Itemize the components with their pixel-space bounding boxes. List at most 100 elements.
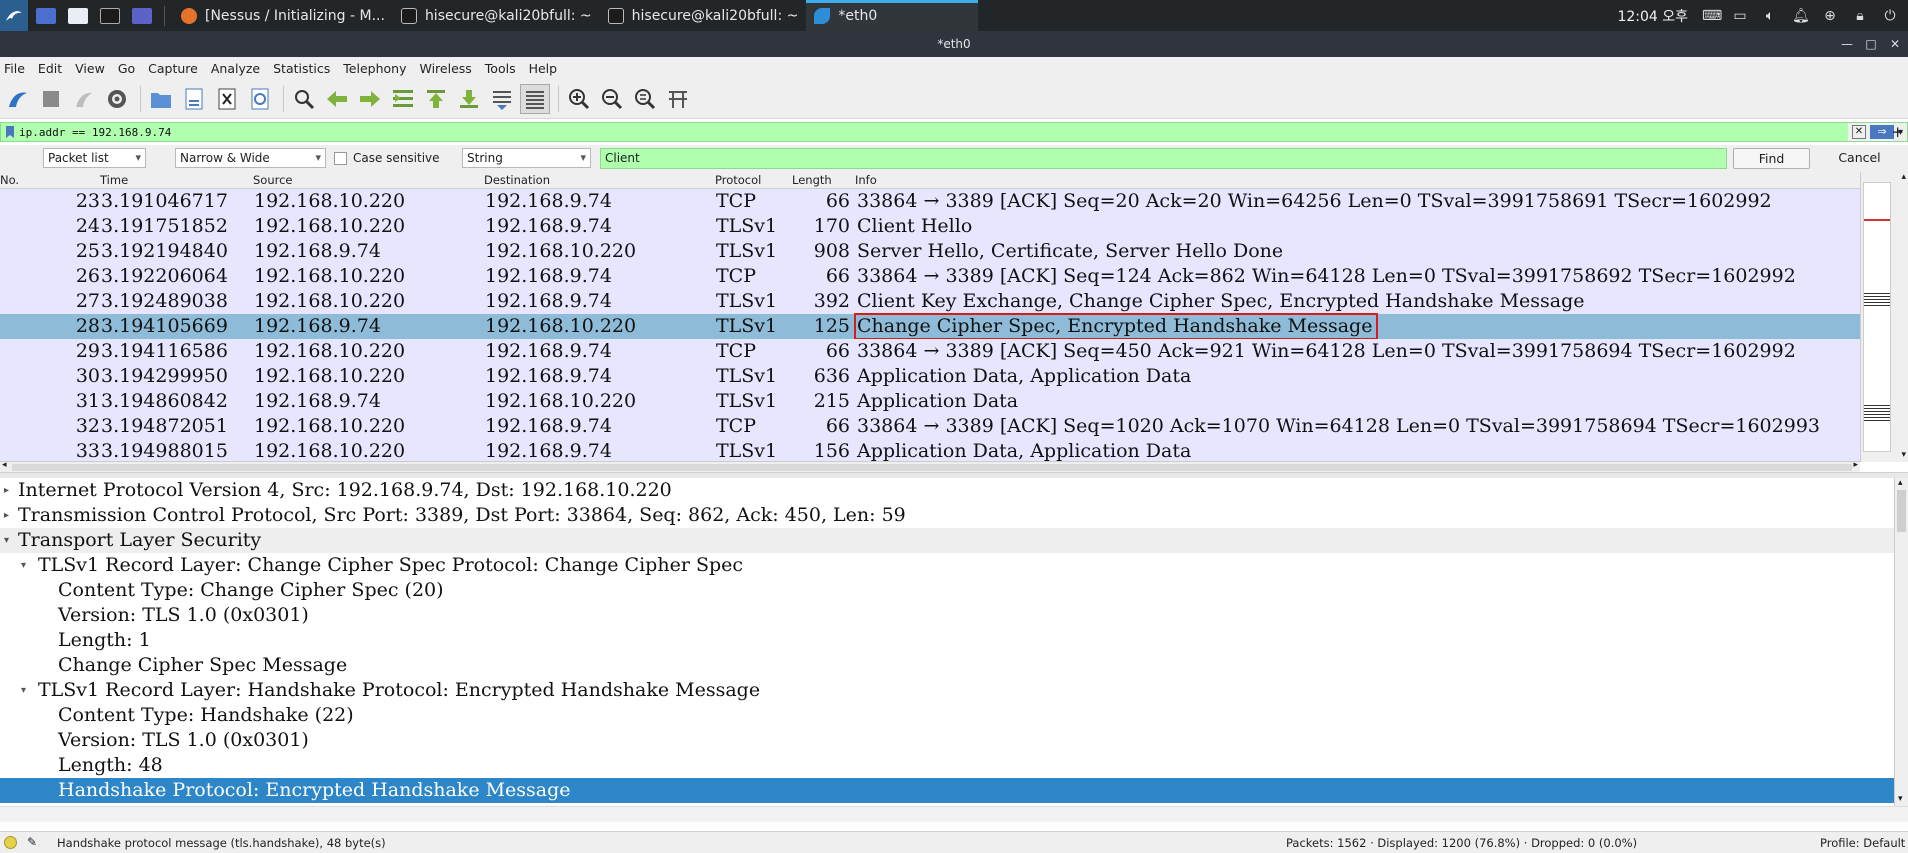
- find-button[interactable]: Find: [1733, 148, 1810, 169]
- go-to-packet-icon[interactable]: [388, 84, 418, 114]
- scroll-right-icon[interactable]: ▸: [1853, 460, 1858, 470]
- expand-arrow-icon[interactable]: ▸: [4, 478, 9, 503]
- go-forward-arrow-icon[interactable]: [355, 84, 385, 114]
- stop-capture-icon[interactable]: [36, 84, 66, 114]
- detail-row-tcp[interactable]: ▸ Transmission Control Protocol, Src Por…: [0, 503, 1894, 528]
- details-scroll-thumb[interactable]: [1897, 490, 1906, 532]
- apply-filter-arrow-icon[interactable]: ⇒: [1869, 125, 1894, 139]
- menu-help[interactable]: Help: [529, 61, 558, 76]
- packet-list-scrollbar[interactable]: ▴ ▾: [1860, 172, 1908, 462]
- menu-analyze[interactable]: Analyze: [211, 61, 260, 76]
- menu-file[interactable]: File: [4, 61, 25, 76]
- add-filter-button-icon[interactable]: +: [1891, 122, 1904, 142]
- scroll-left-icon[interactable]: ◂: [2, 460, 7, 470]
- column-header-destination[interactable]: Destination: [484, 173, 550, 187]
- packet-minimap[interactable]: [1863, 182, 1891, 452]
- start-capture-icon[interactable]: [3, 84, 33, 114]
- column-header-no[interactable]: No.: [0, 173, 19, 187]
- detail-row-tls[interactable]: ▾ Transport Layer Security: [0, 528, 1894, 553]
- collapse-arrow-icon[interactable]: ▾: [4, 528, 9, 553]
- packet-row[interactable]: 32 3.194872051 192.168.10.220 192.168.9.…: [0, 414, 1860, 439]
- scroll-down-icon[interactable]: ▾: [1898, 794, 1903, 804]
- display-filter-input[interactable]: ip.addr == 192.168.9.74: [19, 126, 171, 139]
- save-file-icon[interactable]: [179, 84, 209, 114]
- zoom-in-icon[interactable]: [564, 84, 594, 114]
- expand-arrow-icon[interactable]: ▸: [4, 503, 9, 528]
- bookmark-icon[interactable]: [3, 124, 17, 140]
- menu-statistics[interactable]: Statistics: [273, 61, 330, 76]
- menu-view[interactable]: View: [75, 61, 105, 76]
- packet-row[interactable]: 23 3.191046717 192.168.10.220 192.168.9.…: [0, 189, 1860, 214]
- packet-row[interactable]: 30 3.194299950 192.168.10.220 192.168.9.…: [0, 364, 1860, 389]
- cancel-button[interactable]: Cancel: [1819, 148, 1900, 169]
- terminal-launcher-icon[interactable]: [96, 4, 124, 28]
- bytes-pane-collapsed[interactable]: [0, 806, 1908, 822]
- last-packet-icon[interactable]: [454, 84, 484, 114]
- collapse-arrow-icon[interactable]: ▾: [21, 553, 26, 578]
- detail-row-field[interactable]: Version: TLS 1.0 (0x0301): [0, 603, 1894, 628]
- detail-row-selected[interactable]: Handshake Protocol: Encrypted Handshake …: [0, 778, 1894, 803]
- task-nessus[interactable]: [Nessus / Initializing - M...: [173, 0, 393, 31]
- scroll-down-icon[interactable]: ▾: [1901, 450, 1906, 460]
- scroll-up-icon[interactable]: ▴: [1898, 478, 1903, 488]
- case-sensitive-checkbox[interactable]: Case sensitive: [334, 151, 440, 165]
- browser-launcher-icon[interactable]: [128, 4, 156, 28]
- maximize-icon[interactable]: □: [1862, 31, 1880, 57]
- kali-menu-icon[interactable]: [0, 0, 28, 31]
- open-file-folder-icon[interactable]: [146, 84, 176, 114]
- lock-icon[interactable]: 🔒︎: [1852, 8, 1868, 24]
- expert-info-led-icon[interactable]: [4, 836, 17, 849]
- search-in-select[interactable]: Packet list: [43, 148, 146, 168]
- menu-tools[interactable]: Tools: [485, 61, 516, 76]
- detail-row-record-layer[interactable]: ▾ TLSv1 Record Layer: Change Cipher Spec…: [0, 553, 1894, 578]
- packet-row[interactable]: 26 3.192206064 192.168.10.220 192.168.9.…: [0, 264, 1860, 289]
- go-back-arrow-icon[interactable]: [322, 84, 352, 114]
- hscroll-thumb[interactable]: [12, 464, 1852, 471]
- menu-capture[interactable]: Capture: [148, 61, 198, 76]
- detail-row-field[interactable]: Content Type: Change Cipher Spec (20): [0, 578, 1894, 603]
- task-terminal-2[interactable]: hisecure@kali20bfull: ~: [600, 0, 807, 31]
- edit-comment-icon[interactable]: ✎: [27, 835, 37, 849]
- menu-wireless[interactable]: Wireless: [419, 61, 471, 76]
- checkbox-box[interactable]: [334, 151, 347, 165]
- packet-row-selected[interactable]: 28 3.194105669 192.168.9.74 192.168.10.2…: [0, 313, 1860, 340]
- close-icon[interactable]: ✕: [1886, 31, 1904, 57]
- column-header-length[interactable]: Length: [792, 173, 832, 187]
- find-query-input[interactable]: Client: [600, 148, 1727, 169]
- character-width-select[interactable]: Narrow & Wide: [175, 148, 326, 168]
- column-header-source[interactable]: Source: [253, 173, 293, 187]
- task-terminal-1[interactable]: hisecure@kali20bfull: ~: [393, 0, 600, 31]
- clear-filter-icon[interactable]: ✕: [1851, 125, 1866, 139]
- reload-file-icon[interactable]: [245, 84, 275, 114]
- detail-row-record-layer[interactable]: ▾ TLSv1 Record Layer: Handshake Protocol…: [0, 678, 1894, 703]
- volume-icon[interactable]: 🔈︎: [1762, 8, 1778, 24]
- zoom-out-icon[interactable]: [597, 84, 627, 114]
- detail-row-field[interactable]: Change Cipher Spec Message: [0, 653, 1894, 678]
- network-icon[interactable]: ⊕: [1822, 8, 1838, 24]
- detail-row-field[interactable]: Version: TLS 1.0 (0x0301): [0, 728, 1894, 753]
- column-header-protocol[interactable]: Protocol: [715, 173, 761, 187]
- collapse-arrow-icon[interactable]: ▾: [21, 678, 26, 703]
- first-packet-icon[interactable]: [421, 84, 451, 114]
- auto-scroll-icon[interactable]: [487, 84, 517, 114]
- normal-size-icon[interactable]: [630, 84, 660, 114]
- packet-row[interactable]: 25 3.192194840 192.168.9.74 192.168.10.2…: [0, 239, 1860, 264]
- menu-go[interactable]: Go: [118, 61, 135, 76]
- packet-row[interactable]: 29 3.194116586 192.168.10.220 192.168.9.…: [0, 339, 1860, 364]
- profile-indicator[interactable]: Profile: Default: [1820, 836, 1905, 850]
- detail-row-field[interactable]: Length: 48: [0, 753, 1894, 778]
- restart-capture-icon[interactable]: [69, 84, 99, 114]
- capture-options-gear-icon[interactable]: [102, 84, 132, 114]
- scroll-up-icon[interactable]: ▴: [1901, 172, 1906, 182]
- desktop-launcher-icon[interactable]: [32, 4, 60, 28]
- menu-edit[interactable]: Edit: [38, 61, 62, 76]
- minimize-icon[interactable]: —: [1838, 31, 1856, 57]
- display-icon[interactable]: ▭: [1732, 8, 1748, 24]
- detail-row-field[interactable]: Length: 1: [0, 628, 1894, 653]
- column-header-time[interactable]: Time: [100, 173, 128, 187]
- packet-row[interactable]: 31 3.194860842 192.168.9.74 192.168.10.2…: [0, 389, 1860, 414]
- clock[interactable]: 12:04 오후: [1617, 6, 1688, 26]
- close-file-icon[interactable]: [212, 84, 242, 114]
- file-manager-launcher-icon[interactable]: [64, 4, 92, 28]
- notification-bell-icon[interactable]: 🔔︎: [1792, 8, 1810, 24]
